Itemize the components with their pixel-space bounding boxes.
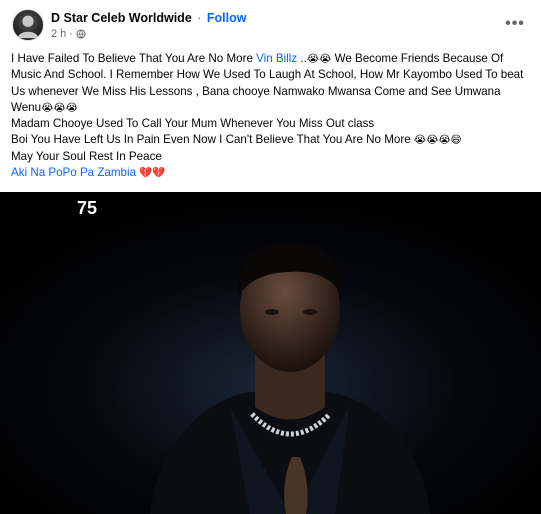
globe-icon <box>76 29 86 39</box>
crying-emoji: 😭😭 <box>306 53 332 65</box>
follow-button[interactable]: Follow <box>207 11 247 25</box>
post-paragraph-4: May Your Soul Rest In Peace <box>11 149 162 163</box>
more-options-button[interactable]: ••• <box>503 12 527 36</box>
crying-emoji: 😭😭😭 <box>41 101 78 114</box>
post-paragraph-2: Madam Chooye Used To Call Your Mum Whene… <box>11 117 375 131</box>
page-name-link[interactable]: D Star Celeb Worldwide <box>51 11 192 25</box>
mention-link[interactable]: Vin Billz <box>256 52 297 65</box>
text-segment: .. <box>297 52 307 65</box>
crying-emoji: 😭😭😭😄 <box>413 134 462 147</box>
person-photo-icon <box>0 192 541 514</box>
post-photo[interactable]: 75 <box>0 192 541 514</box>
text-segment: I Have Failed To Believe That You Are No… <box>11 52 257 65</box>
watermark-logo: 75 <box>77 198 98 218</box>
text-segment: Boi You Have Left Us In Pain Even Now I … <box>11 133 414 147</box>
broken-heart-emoji: 💔💔 <box>139 167 166 180</box>
meta-separator: · <box>69 28 73 40</box>
post-paragraph-3: Boi You Have Left Us In Pain Even Now I … <box>11 132 531 148</box>
post-text: I Have Failed To Believe That You Are No… <box>11 51 531 181</box>
page-avatar[interactable] <box>12 9 44 41</box>
name-line: D Star Celeb Worldwide · Follow <box>51 11 246 25</box>
hashtag-link[interactable]: Aki Na PoPo Pa Zambia <box>11 166 136 179</box>
post-meta: 2 h · <box>51 28 86 40</box>
post-header: D Star Celeb Worldwide · Follow 2 h · ••… <box>0 0 541 48</box>
avatar-icon <box>17 15 39 39</box>
post-paragraph-1: I Have Failed To Believe That You Are No… <box>11 51 531 116</box>
name-separator: · <box>197 11 202 25</box>
post-paragraph-5: Aki Na PoPo Pa Zambia 💔💔 <box>11 165 531 181</box>
post-time[interactable]: 2 h <box>51 28 66 40</box>
